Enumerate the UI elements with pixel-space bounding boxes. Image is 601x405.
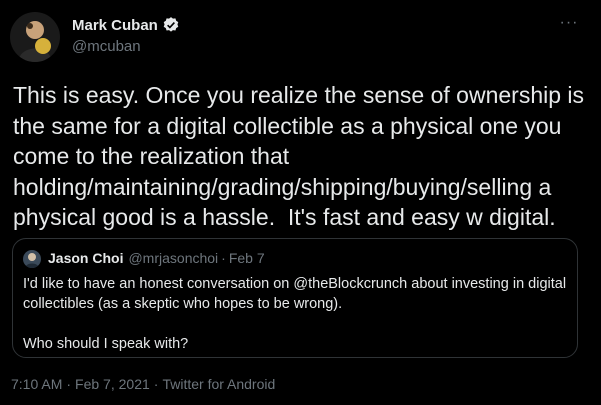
tweet-time[interactable]: 7:10 AM xyxy=(11,376,62,392)
meta-separator-2: · xyxy=(153,376,159,392)
tweet-date[interactable]: Feb 7, 2021 xyxy=(75,376,150,392)
quoted-author-name: Jason Choi xyxy=(48,250,124,266)
quoted-separator: · xyxy=(221,250,226,266)
quoted-header: Jason Choi @mrjasonchoi · Feb 7 xyxy=(48,250,265,266)
quoted-tweet[interactable]: Jason Choi @mrjasonchoi · Feb 7 I'd like… xyxy=(12,238,578,358)
tweet: Mark Cuban @mcuban ··· This is easy. Onc… xyxy=(0,0,601,405)
author-info: Mark Cuban @mcuban xyxy=(72,14,180,55)
verified-badge-icon xyxy=(162,16,180,34)
quoted-author-handle: @mrjasonchoi xyxy=(128,250,219,266)
tweet-text: This is easy. Once you realize the sense… xyxy=(13,82,591,230)
tweet-source[interactable]: Twitter for Android xyxy=(162,376,275,392)
quoted-paragraph-1: I'd like to have an honest conversation … xyxy=(23,276,567,312)
more-options-icon[interactable]: ··· xyxy=(557,14,581,32)
author-avatar[interactable] xyxy=(10,12,60,62)
author-handle[interactable]: @mcuban xyxy=(72,38,180,55)
meta-separator-1: · xyxy=(66,376,72,392)
quoted-text: I'd like to have an honest conversation … xyxy=(23,274,568,354)
quoted-paragraph-2: Who should I speak with? xyxy=(23,336,189,352)
author-name[interactable]: Mark Cuban xyxy=(72,17,158,34)
quoted-date: Feb 7 xyxy=(228,250,265,266)
tweet-meta: 7:10 AM · Feb 7, 2021 · Twitter for Andr… xyxy=(11,376,275,392)
quoted-author-avatar xyxy=(23,250,41,268)
